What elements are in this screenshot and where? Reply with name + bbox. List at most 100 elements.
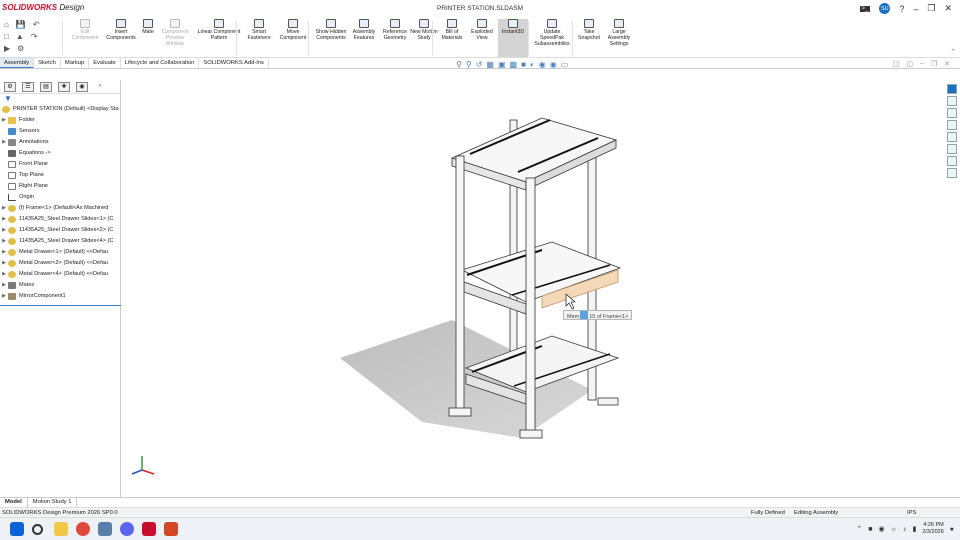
tree-item[interactable]: Top Plane <box>0 170 120 181</box>
expand-arrow-icon[interactable]: ▶ <box>0 258 8 269</box>
design-library-icon[interactable] <box>947 96 957 106</box>
tab-assembly[interactable]: Assembly <box>0 58 35 68</box>
help-icon[interactable]: ? <box>899 4 904 14</box>
graphics-area[interactable] <box>122 70 946 497</box>
bottom-tab-model[interactable]: Model <box>0 498 28 507</box>
cascade-icon[interactable]: ◫ <box>906 60 913 68</box>
windows-start-icon[interactable] <box>10 522 24 536</box>
save-icon[interactable]: 💾 <box>16 20 26 29</box>
rebuild-icon[interactable]: ▲ <box>16 32 24 41</box>
show-hidden-icons-icon[interactable]: ⌃ <box>856 525 862 533</box>
apply-scene-icon[interactable]: ◉ <box>550 60 557 69</box>
hide-show-icon[interactable]: ◐ <box>530 60 535 69</box>
view-orientation-icon[interactable]: ▩ <box>510 60 518 69</box>
appearances-icon[interactable] <box>947 132 957 142</box>
expand-arrow-icon[interactable]: ▶ <box>0 137 8 148</box>
expand-arrow-icon[interactable]: ▶ <box>0 203 8 214</box>
previous-view-icon[interactable]: ↺ <box>476 60 483 69</box>
ribbon-button-component-preview-window[interactable]: Component Preview Window <box>158 19 192 47</box>
expand-tabs-icon[interactable]: › <box>94 82 106 92</box>
expand-arrow-icon[interactable]: ▶ <box>0 291 8 302</box>
tree-item[interactable]: Sensors <box>0 126 120 137</box>
tree-item[interactable]: ▶ Metal Drawer<4> (Default) <<Defau <box>0 269 120 280</box>
expand-arrow-icon[interactable]: ▶ <box>0 280 8 291</box>
ribbon-button-edit-component[interactable]: Edit Component <box>68 19 102 41</box>
dynamic-annotation-icon[interactable]: ▣ <box>498 60 506 69</box>
tab-sketch[interactable]: Sketch <box>34 58 61 68</box>
tree-item[interactable]: ▶ Folder <box>0 115 120 126</box>
ribbon-button-assembly-features[interactable]: Assembly Features <box>349 19 379 41</box>
featuremanager-tab-icon[interactable]: ⚙ <box>4 81 16 92</box>
options-icon[interactable]: ⚙ <box>17 44 24 53</box>
expand-arrow-icon[interactable]: ▶ <box>0 236 8 247</box>
battery-icon[interactable]: ▮ <box>912 525 916 533</box>
tree-item[interactable]: Front Plane <box>0 159 120 170</box>
tree-root[interactable]: PRINTER STATION (Default) <Display Sta <box>0 104 120 115</box>
displaymanager-tab-icon[interactable]: ◉ <box>76 81 88 92</box>
zoom-to-fit-icon[interactable]: ⚲ <box>456 60 462 69</box>
tree-item[interactable]: ▶ Metal Drawer<2> (Default) <<Defau <box>0 258 120 269</box>
undo-icon[interactable]: ↶ <box>33 20 40 29</box>
chrome-app-icon[interactable] <box>76 522 90 536</box>
doc-close-button[interactable]: ✕ <box>944 60 950 68</box>
expand-arrow-icon[interactable]: ▶ <box>0 115 8 126</box>
notifications-icon[interactable]: ● <box>950 526 954 533</box>
toolbox-icon[interactable] <box>947 168 957 178</box>
ribbon-button-reference-geometry[interactable]: Reference Geometry <box>380 19 410 41</box>
doc-minimize-button[interactable]: – <box>920 60 924 68</box>
minimize-button[interactable]: – <box>913 4 918 14</box>
ribbon-button-large-assembly-settings[interactable]: Large Assembly Settings <box>604 19 634 47</box>
ribbon-button-update-speedpak-subassemblies[interactable]: Update SpeedPak Subassemblies <box>531 19 573 47</box>
rollback-bar[interactable] <box>0 305 121 306</box>
ribbon-button-instant3d[interactable]: Instant3D <box>498 19 528 57</box>
search-icon[interactable] <box>32 524 43 535</box>
expand-arrow-icon[interactable]: ▶ <box>0 269 8 280</box>
display-style-icon[interactable]: ■ <box>521 60 526 69</box>
powerpoint-app-icon[interactable] <box>164 522 178 536</box>
tree-item[interactable]: ▶ Mates <box>0 280 120 291</box>
clock[interactable]: 4:26 PM 2/3/2026 <box>922 522 943 536</box>
tree-item[interactable]: ▶ 11435A25_Steel Drawer Slides<2> (C <box>0 225 120 236</box>
redo-icon[interactable]: ↷ <box>31 32 38 41</box>
tile-icon[interactable]: ◫ <box>893 60 900 68</box>
terminal-icon[interactable]: >_ <box>859 5 871 12</box>
tab-lifecycle-and-collaboration[interactable]: Lifecycle and Collaboration <box>121 58 200 68</box>
tab-solidworks-add-ins[interactable]: SOLIDWORKS Add-Ins <box>199 58 269 68</box>
tree-item[interactable]: ▶ Metal Drawer<1> (Default) <<Defau <box>0 247 120 258</box>
dimxpert-tab-icon[interactable]: ✚ <box>58 81 70 92</box>
tray-app-icon[interactable]: ◉ <box>878 525 884 533</box>
tree-item[interactable]: ▶ 11435A25_Steel Drawer Slides<4> (C <box>0 236 120 247</box>
tab-markup[interactable]: Markup <box>61 58 90 68</box>
network-icon[interactable]: ☼ <box>891 526 897 533</box>
solidworks-app-icon[interactable] <box>142 522 156 536</box>
edit-appearance-icon[interactable]: ◉ <box>539 60 546 69</box>
volume-icon[interactable]: ♪ <box>903 526 907 533</box>
ribbon-button-smart-fasteners[interactable]: Smart Fasteners <box>244 19 274 41</box>
tree-item[interactable]: ▶ Annotations <box>0 137 120 148</box>
tab-evaluate[interactable]: Evaluate <box>89 58 121 68</box>
tray-app-icon[interactable]: ■ <box>868 526 872 533</box>
zoom-area-icon[interactable]: ⚲ <box>466 60 472 69</box>
doc-restore-button[interactable]: ❐ <box>931 60 937 68</box>
home-icon[interactable]: ⌂ <box>4 20 9 29</box>
close-button[interactable]: ✕ <box>944 3 952 14</box>
discord-app-icon[interactable] <box>120 522 134 536</box>
view-palette-icon[interactable] <box>947 120 957 130</box>
tree-item[interactable]: Origin <box>0 192 120 203</box>
tree-item[interactable]: ▶ MirrorComponent1 <box>0 291 120 302</box>
ribbon-button-mate[interactable]: Mate <box>138 19 158 35</box>
ribbon-button-bill-of-materials[interactable]: Bill of Materials <box>438 19 466 41</box>
expand-arrow-icon[interactable]: ▶ <box>0 247 8 258</box>
user-avatar[interactable]: SU <box>879 3 891 14</box>
select-icon[interactable]: ▶ <box>4 44 10 53</box>
expand-arrow-icon[interactable]: ▶ <box>0 214 8 225</box>
filter-icon[interactable]: ▼ <box>0 94 120 104</box>
file-explorer-app-icon[interactable] <box>54 522 68 536</box>
view-settings-icon[interactable]: ▭ <box>561 60 569 69</box>
section-view-icon[interactable]: ▦ <box>486 60 494 69</box>
propertymanager-tab-icon[interactable]: ☰ <box>22 81 34 92</box>
tree-item[interactable]: ▶ (f) Frame<1> (Default<As Machined <box>0 203 120 214</box>
ribbon-button-insert-components[interactable]: Insert Components <box>104 19 138 41</box>
ribbon-button-exploded-view[interactable]: Exploded View <box>468 19 496 41</box>
solidworks-resources-icon[interactable] <box>947 84 957 94</box>
